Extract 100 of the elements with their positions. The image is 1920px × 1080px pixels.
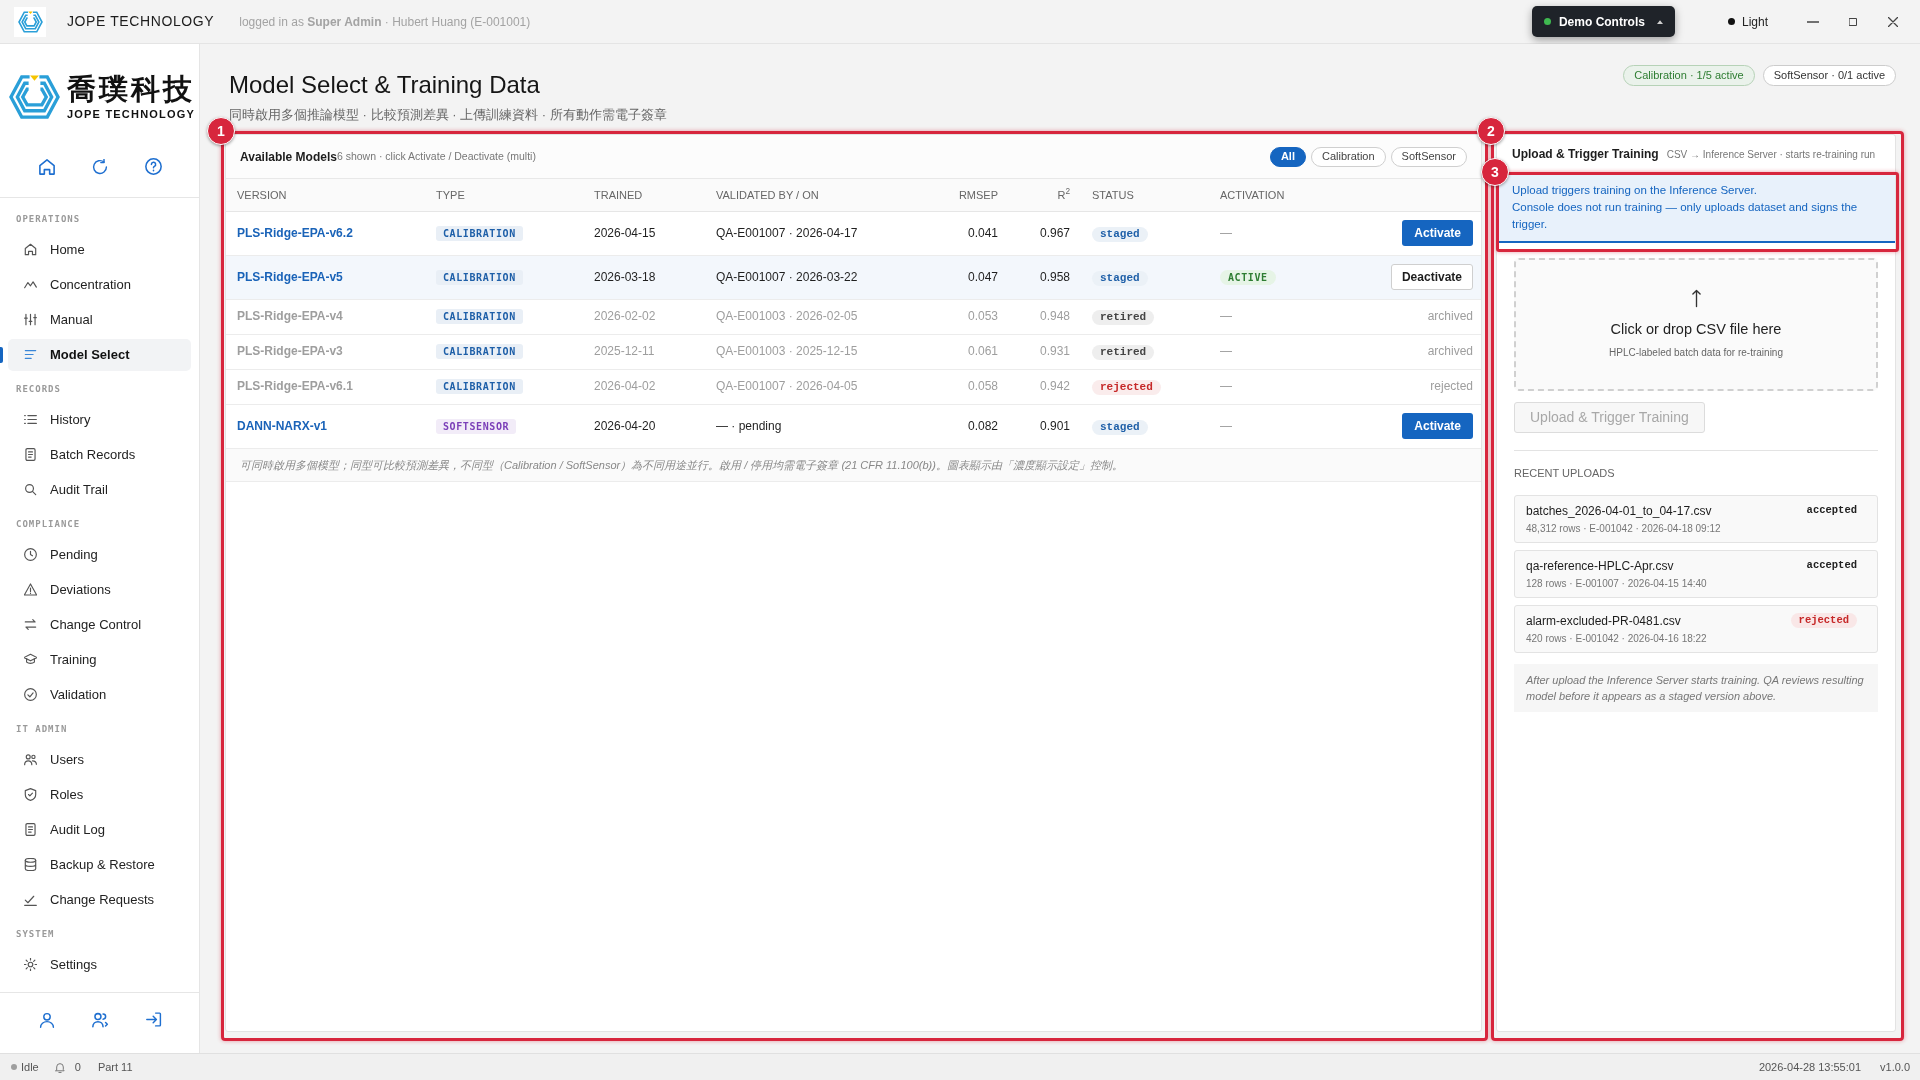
- file-name: batches_2026-04-01_to_04-17.csv: [1526, 502, 1713, 519]
- action-status: rejected: [1430, 379, 1473, 393]
- action-button[interactable]: Deactivate: [1390, 264, 1473, 290]
- home-icon[interactable]: [39, 158, 55, 175]
- column-header: R$^{2}$: [1009, 179, 1081, 211]
- summary-badge: Calibration · 1/5 active: [1623, 65, 1755, 86]
- section-title: RECENT UPLOADS: [1514, 466, 1616, 481]
- nav-item[interactable]: Concentration: [8, 268, 191, 301]
- table-cell: QA-E001003 · 2025-12-15: [705, 334, 930, 369]
- user-icon[interactable]: [39, 1012, 55, 1028]
- model-name: PLS-Ridge-EPA-v6.2: [226, 211, 425, 255]
- timestamp: 2026-04-28 13:55:01: [1758, 1059, 1862, 1075]
- file-meta: 420 rows · E-001042 · 2026-04-16 18:22: [1526, 631, 1707, 645]
- sliders-icon: [24, 313, 37, 326]
- column-header: VALIDATED BY / ON: [705, 179, 930, 211]
- column-header: TRAINED: [583, 179, 705, 211]
- nav-item[interactable]: Roles: [8, 778, 191, 811]
- model-name: PLS-Ridge-EPA-v5: [226, 255, 425, 299]
- column-header: TYPE: [425, 179, 583, 211]
- action-status: archived: [1427, 309, 1473, 323]
- nav-item[interactable]: Home: [8, 233, 191, 266]
- footnote: 可同時啟用多個模型；同型可比較預測差異，不同型（Calibration / SoftSensor）為不同用途並行。啟用 / 停用均需電子簽章 (21 CFR 11.100(b))。圖表顯示由「濃度顯示設定」控制。: [226, 448, 1481, 482]
- type-badge: CALIBRATION: [436, 309, 523, 324]
- nav-item[interactable]: Audit Log: [8, 813, 191, 846]
- sign-in-icon[interactable]: [146, 1012, 162, 1027]
- logo-icon: [14, 6, 46, 37]
- filter-chip[interactable]: All: [1269, 146, 1306, 167]
- maximize-icon[interactable]: [1849, 17, 1857, 26]
- section-label: IT ADMIN: [16, 722, 68, 736]
- close-icon[interactable]: [1888, 16, 1898, 27]
- file-drop-zone[interactable]: Click or drop CSV file here HPLC-labeled batch data for re-training: [1514, 258, 1878, 391]
- nav-item[interactable]: Manual: [8, 303, 191, 336]
- action-button[interactable]: Activate: [1402, 413, 1473, 439]
- status-badge: retired: [1092, 345, 1155, 360]
- logo-icon: [9, 73, 60, 120]
- nav-item[interactable]: Change Control: [8, 608, 191, 641]
- checkmark-icon: [24, 893, 37, 906]
- theme-toggle[interactable]: Light: [1727, 12, 1768, 31]
- notice-text: Console does not run training — only uploads dataset and signs the trigger.: [1512, 200, 1859, 232]
- column-header: RMSEP: [930, 179, 1009, 211]
- table-cell: 2026-02-02: [583, 299, 705, 334]
- nav-item[interactable]: Backup & Restore: [8, 848, 191, 881]
- search-icon: [24, 483, 37, 496]
- document-icon: [24, 448, 37, 461]
- filter-chip[interactable]: Calibration: [1311, 146, 1386, 167]
- nav-item[interactable]: Model Select: [8, 338, 191, 371]
- file-meta: 128 rows · E-001007 · 2026-04-15 14:40: [1526, 576, 1707, 590]
- file-name: qa-reference-HPLC-Apr.csv: [1526, 557, 1675, 574]
- user-arrow-icon[interactable]: [92, 1012, 109, 1028]
- dropzone-hint: HPLC-labeled batch data for re-training: [1609, 346, 1783, 361]
- nav-item[interactable]: Training: [8, 643, 191, 676]
- nav-item[interactable]: Deviations: [8, 573, 191, 606]
- type-badge: CALIBRATION: [436, 379, 523, 394]
- minimize-icon[interactable]: [1807, 20, 1819, 23]
- nav-item[interactable]: Settings: [8, 948, 191, 981]
- status-badge: staged: [1092, 419, 1148, 435]
- nav-item[interactable]: Pending: [8, 538, 191, 571]
- nav-item[interactable]: Change Requests: [8, 883, 191, 916]
- status-badge: rejected: [1092, 380, 1161, 395]
- caret-up-icon: [1656, 19, 1663, 24]
- compliance-label: Part 11: [97, 1059, 133, 1075]
- type-badge: SOFTSENSOR: [436, 418, 517, 434]
- upload-note: After upload the Inference Server starts training. QA reviews resulting model before it appears as a staged version above.: [1514, 663, 1878, 712]
- shield-icon: [24, 788, 37, 801]
- graduation-cap-icon: [24, 653, 37, 666]
- logo-tagline: JOPE TECHNOLOGY: [67, 108, 196, 121]
- panel-subtitle: CSV → Inference Server · starts re-training run: [1666, 147, 1876, 162]
- nav-item[interactable]: History: [8, 403, 191, 436]
- activation-state: —: [1220, 309, 1232, 323]
- column-header: ACTIVATION: [1209, 179, 1340, 211]
- table-cell: 0.047: [930, 255, 1009, 299]
- action-button[interactable]: Activate: [1402, 220, 1473, 246]
- nav-item[interactable]: Batch Records: [8, 438, 191, 471]
- check-circle-icon: [24, 688, 37, 701]
- table-cell: 0.041: [930, 211, 1009, 255]
- nav-item[interactable]: Users: [8, 743, 191, 776]
- nav-item[interactable]: Audit Trail: [8, 473, 191, 506]
- help-icon[interactable]: [145, 158, 162, 175]
- list-icon: [24, 413, 37, 426]
- table-cell: 2026-04-15: [583, 211, 705, 255]
- nav-item[interactable]: Validation: [8, 678, 191, 711]
- logo-text: 喬璞科技: [67, 72, 195, 106]
- page-title: Model Select & Training Data: [229, 70, 541, 100]
- refresh-icon[interactable]: [92, 158, 108, 175]
- filter-chip[interactable]: SoftSensor: [1390, 146, 1467, 167]
- panel-title: Available Models: [240, 148, 337, 166]
- table-cell: 0.053: [930, 299, 1009, 334]
- arrows-icon: [24, 618, 37, 631]
- table-cell: QA-E001003 · 2026-02-05: [705, 299, 930, 334]
- file-name: alarm-excluded-PR-0481.csv: [1526, 612, 1682, 629]
- model-name: PLS-Ridge-EPA-v3: [226, 334, 425, 369]
- model-name: DANN-NARX-v1: [226, 404, 425, 448]
- activation-state: —: [1220, 418, 1232, 433]
- demo-controls-button[interactable]: Demo Controls: [1531, 6, 1675, 37]
- table-cell: 0.958: [1009, 255, 1081, 299]
- panel-hint: 6 shown · click Activate / Deactivate (multi): [336, 148, 536, 164]
- table-cell: — · pending: [705, 404, 930, 448]
- app-version: v1.0.0: [1880, 1059, 1910, 1075]
- line-chart-icon: [24, 278, 37, 291]
- table-cell: 0.058: [930, 369, 1009, 404]
